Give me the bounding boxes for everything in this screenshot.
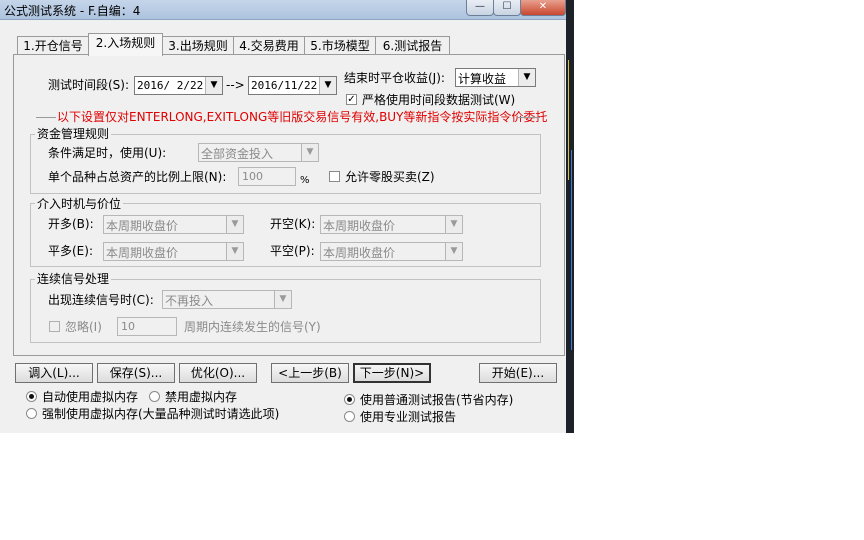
chart-line-decoration: [568, 60, 569, 180]
tab-exit-rules[interactable]: 3.出场规则: [162, 36, 234, 55]
open-short-value: 本周期收盘价: [323, 219, 396, 233]
ignore-checkbox[interactable]: [49, 321, 60, 332]
maximize-icon: ☐: [502, 1, 512, 12]
close-long-select[interactable]: 本周期收盘价 ▼: [103, 242, 244, 261]
close-short-label: 平空(P):: [270, 244, 315, 258]
open-short-label: 开空(K):: [270, 217, 316, 231]
date-separator: -->: [226, 78, 245, 92]
consecutive-value: 不再投入: [165, 294, 214, 308]
tab-label: 4.交易费用: [239, 39, 299, 53]
close-button[interactable]: ✕: [520, 0, 566, 16]
position-ratio-label: 单个品种占总资产的比例上限(N):: [48, 170, 227, 184]
tab-trade-fees[interactable]: 4.交易费用: [233, 36, 305, 55]
close-position-select[interactable]: 计算收益 ▼: [455, 68, 536, 87]
tab-entry-rules[interactable]: 2.入场规则: [88, 33, 163, 56]
close-short-select[interactable]: 本周期收盘价 ▼: [320, 242, 463, 261]
open-long-select[interactable]: 本周期收盘价 ▼: [103, 215, 244, 234]
open-long-label: 开多(B):: [48, 217, 94, 231]
maximize-button[interactable]: ☐: [493, 0, 521, 16]
tab-label: 6.测试报告: [382, 39, 443, 53]
start-button[interactable]: 开始(E)...: [479, 363, 557, 383]
period-label: 测试时间段(S):: [48, 78, 130, 92]
dialog-window: 公式测试系统 - F.自编：4 — ☐ ✕ 1.开仓信号 2.入场规则 3.出场…: [0, 0, 574, 433]
odd-lot-checkbox[interactable]: [329, 171, 340, 182]
funds-group-title: 资金管理规则: [35, 127, 112, 141]
funds-condition-select[interactable]: 全部资金投入 ▼: [198, 143, 319, 162]
force-virtual-memory-radio[interactable]: [26, 408, 37, 419]
close-short-value: 本周期收盘价: [323, 246, 396, 260]
force-virtual-memory-label: 强制使用虚拟内存(大量品种测试时请选此项): [42, 407, 280, 421]
disable-virtual-memory-radio[interactable]: [149, 391, 160, 402]
end-date-value: 2016/11/22: [251, 79, 318, 92]
pro-report-label: 使用专业测试报告: [360, 410, 457, 424]
funds-condition-label: 条件满足时，使用(U):: [48, 146, 167, 160]
window-title: 公式测试系统 - F.自编：4: [4, 4, 141, 18]
notice-divider-left: [36, 117, 56, 118]
load-button[interactable]: 调入(L)...: [15, 363, 93, 383]
dropdown-arrow-icon[interactable]: ▼: [226, 243, 243, 260]
minimize-icon: —: [475, 1, 485, 12]
optimize-button[interactable]: 优化(O)...: [179, 363, 257, 383]
normal-report-radio[interactable]: [344, 394, 355, 405]
normal-report-label: 使用普通测试报告(节省内存): [360, 393, 514, 407]
dropdown-arrow-icon[interactable]: ▼: [319, 77, 336, 94]
position-ratio-input[interactable]: 100: [238, 167, 296, 186]
consecutive-label: 出现连续信号时(C):: [48, 293, 154, 307]
ignore-label: 忽略(I): [65, 320, 102, 334]
dropdown-arrow-icon[interactable]: ▼: [518, 69, 535, 86]
dropdown-arrow-icon[interactable]: ▼: [301, 144, 318, 161]
save-button[interactable]: 保存(S)...: [97, 363, 175, 383]
tab-test-report[interactable]: 6.测试报告: [375, 36, 450, 55]
strict-period-label: 严格使用时间段数据测试(W): [362, 93, 516, 107]
consecutive-group-title: 连续信号处理: [35, 272, 112, 286]
start-date-picker[interactable]: 2016/ 2/22 ▼: [134, 76, 223, 95]
background-window-strip: [566, 0, 574, 433]
odd-lot-label: 允许零股买卖(Z): [345, 170, 435, 184]
prev-step-button[interactable]: <上一步(B): [271, 363, 349, 383]
close-position-value: 计算收益: [458, 72, 507, 86]
funds-condition-value: 全部资金投入: [201, 147, 274, 161]
tab-label: 3.出场规则: [168, 39, 228, 53]
close-long-value: 本周期收盘价: [106, 246, 179, 260]
checkmark-icon: ✓: [347, 94, 356, 105]
position-ratio-value: 100: [242, 170, 263, 183]
dropdown-arrow-icon[interactable]: ▼: [445, 243, 462, 260]
auto-virtual-memory-label: 自动使用虚拟内存: [42, 390, 139, 404]
radio-selected-dot: [347, 397, 352, 402]
consecutive-select[interactable]: 不再投入 ▼: [162, 290, 292, 309]
notice-divider-right: [518, 117, 540, 118]
close-icon: ✕: [538, 1, 548, 12]
radio-selected-dot: [29, 394, 34, 399]
dropdown-arrow-icon[interactable]: ▼: [205, 77, 222, 94]
dropdown-arrow-icon[interactable]: ▼: [274, 291, 291, 308]
tab-label: 1.开仓信号: [23, 39, 83, 53]
close-position-label: 结束时平仓收益(J):: [344, 71, 445, 85]
next-step-button[interactable]: 下一步(N)>: [353, 363, 431, 383]
open-short-select[interactable]: 本周期收盘价 ▼: [320, 215, 463, 234]
chart-line-decoration: [571, 150, 572, 350]
tab-open-signal[interactable]: 1.开仓信号: [17, 36, 89, 55]
title-bar[interactable]: 公式测试系统 - F.自编：4 — ☐ ✕: [0, 0, 574, 20]
open-long-value: 本周期收盘价: [106, 219, 179, 233]
dropdown-arrow-icon[interactable]: ▼: [445, 216, 462, 233]
tab-label: 2.入场规则: [95, 36, 156, 50]
start-date-value: 2016/ 2/22: [137, 79, 204, 92]
ignore-periods-input[interactable]: 10: [117, 317, 177, 336]
legacy-signal-notice: 以下设置仅对ENTERLONG,EXITLONG等旧版交易信号有效,BUY等新指…: [57, 110, 548, 124]
ignore-suffix-label: 周期内连续发生的信号(Y): [184, 320, 321, 334]
pro-report-radio[interactable]: [344, 411, 355, 422]
dropdown-arrow-icon[interactable]: ▼: [226, 216, 243, 233]
tab-label: 5.市场模型: [310, 39, 370, 53]
end-date-picker[interactable]: 2016/11/22 ▼: [248, 76, 337, 95]
minimize-button[interactable]: —: [466, 0, 494, 16]
close-long-label: 平多(E):: [48, 244, 93, 258]
disable-virtual-memory-label: 禁用虚拟内存: [165, 390, 238, 404]
strict-period-checkbox[interactable]: ✓: [346, 94, 357, 105]
percent-unit: %: [300, 175, 310, 186]
ignore-periods-value: 10: [121, 320, 135, 333]
auto-virtual-memory-radio[interactable]: [26, 391, 37, 402]
tab-market-model[interactable]: 5.市场模型: [304, 36, 376, 55]
entry-group-title: 介入时机与价位: [35, 197, 124, 211]
